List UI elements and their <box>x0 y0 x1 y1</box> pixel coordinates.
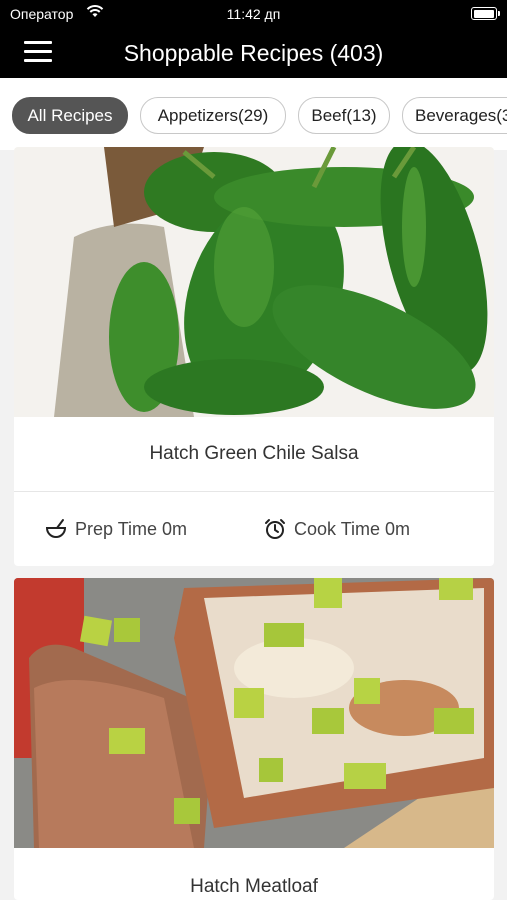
prep-time-label: Prep Time 0m <box>75 519 188 539</box>
app-header: Shoppable Recipes (403) <box>0 28 507 78</box>
chip-appetizers[interactable]: Appetizers(29) <box>140 97 286 134</box>
battery-fill <box>473 9 494 18</box>
chip-beverages[interactable]: Beverages(3 <box>402 97 507 134</box>
recipe-title[interactable]: Hatch Green Chile Salsa <box>14 443 494 465</box>
mortar-bowl-icon <box>45 519 67 538</box>
chip-beef[interactable]: Beef(13) <box>298 97 390 134</box>
card-divider <box>14 491 494 492</box>
recipe-card[interactable]: Hatch Green Chile Salsa Prep Time 0m Coo… <box>14 147 494 566</box>
cook-time-label: Cook Time 0m <box>294 519 411 539</box>
clock: 11:42 дп <box>226 6 281 22</box>
recipe-card[interactable]: Hatch Meatloaf <box>14 578 494 900</box>
alarm-clock-icon <box>265 519 285 539</box>
chip-all-recipes[interactable]: All Recipes <box>12 97 128 134</box>
page-title: Shoppable Recipes (403) <box>123 40 384 66</box>
green-chile-peppers-photo <box>14 147 494 417</box>
meatloaf-photo <box>14 578 494 848</box>
recipe-title[interactable]: Hatch Meatloaf <box>14 876 494 898</box>
category-filter-bar[interactable]: All Recipes Appetizers(29) Beef(13) Beve… <box>0 78 507 150</box>
battery-icon <box>471 7 500 20</box>
status-bar: Оператор 11:42 дп <box>0 0 507 28</box>
